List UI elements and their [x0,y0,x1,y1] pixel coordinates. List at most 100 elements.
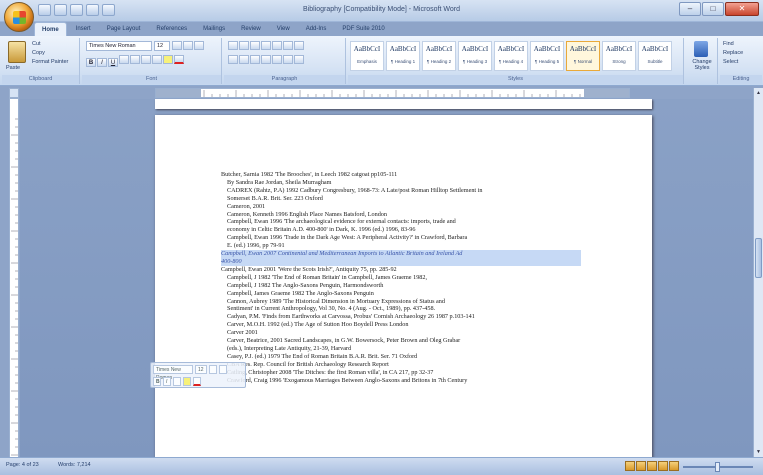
shading-icon[interactable] [283,55,293,64]
bibliography-entry[interactable]: By Sandra Rae Jordan, Sheila Murragham [221,179,581,187]
style-item[interactable]: AaBbCcI ¶ Heading 3 [458,41,492,71]
bibliography-entry[interactable]: Campbell, J 1982 The Anglo-Saxons Pengui… [221,282,581,290]
mini-grow-font-icon[interactable] [209,364,217,374]
font-color-icon[interactable] [174,55,184,64]
clear-format-icon[interactable] [193,41,204,50]
pilcrow-icon[interactable] [294,41,304,50]
mini-font-field[interactable]: Times New Roman [153,364,193,381]
justify-icon[interactable] [261,55,271,64]
scrollbar-thumb[interactable] [755,238,762,278]
bibliography-entry[interactable]: Catling, Christopher 2008 'The Ditches: … [221,369,581,377]
paste-icon[interactable] [8,41,26,63]
bibliography-entry[interactable]: Campbell, Ewan 2007 Continental and Medi… [221,250,581,258]
copy-button[interactable]: Copy [32,49,68,58]
replace-button[interactable]: Replace [723,49,743,58]
tab-view[interactable]: View [270,22,297,36]
bibliography-entry[interactable]: (eds.), Interpreting Late Antiquity, 21-… [221,345,581,353]
bibliography-entry[interactable]: Casey, P.J. (ed.) 1979 The End of Roman … [221,353,581,361]
multilevel-list-icon[interactable] [250,41,260,50]
bibliography-entry[interactable]: Campbell, James Graeme 1982 The Anglo-Sa… [221,290,581,298]
select-button[interactable]: Select [723,58,743,67]
print-layout-view-icon[interactable] [625,461,635,471]
style-item[interactable]: AaBbCcI ¶ Normal [566,41,600,71]
tab-insert[interactable]: Insert [69,22,98,36]
shrink-font-icon[interactable] [182,41,193,50]
zoom-slider-knob[interactable] [715,462,720,472]
bibliography-entry[interactable]: CADREX (Rahtz, P.A) 1992 Cadbury Congres… [221,187,581,195]
horizontal-ruler[interactable] [155,88,630,98]
superscript-icon[interactable] [141,55,151,64]
vertical-scrollbar[interactable]: ▲ ▼ [753,88,763,457]
align-right-icon[interactable] [250,55,260,64]
bibliography-entry[interactable]: Carver 2001 [221,329,581,337]
document-page[interactable]: Butcher, Sarnia 1982 'The Brooches', in … [155,115,652,457]
bibliography-list[interactable]: Butcher, Sarnia 1982 'The Brooches', in … [221,171,581,384]
bibliography-entry[interactable]: Sentiment' in Current Anthropology, Vol … [221,305,581,313]
decrease-indent-icon[interactable] [261,41,271,50]
bibliography-entry[interactable]: CBA Res. Rep. Council for British Archae… [221,361,581,369]
style-item[interactable]: AaBbCcI Emphasis [350,41,384,71]
bibliography-entry[interactable]: Crawford, Craig 1996 'Exogamous Marriage… [221,377,581,385]
bibliography-entry[interactable]: Carver, Beatrice, 2001 Sacred Landscapes… [221,337,581,345]
zoom-slider[interactable] [683,462,753,472]
word-count[interactable]: Words: 7,214 [58,462,91,468]
mini-size-field[interactable]: 12 [195,364,207,374]
tab-add-ins[interactable]: Add-Ins [299,22,334,36]
bibliography-entry[interactable]: E. (ed.) 1996, pp 79-91 [221,242,581,250]
italic-button[interactable]: I [97,58,107,67]
format-painter-button[interactable]: Format Painter [32,58,68,67]
line-spacing-icon[interactable] [272,55,282,64]
tab-mailings[interactable]: Mailings [196,22,232,36]
page-count[interactable]: Page: 4 of 23 [6,462,39,468]
mini-italic-button[interactable]: I [163,376,171,386]
mini-bold-button[interactable]: B [153,376,161,386]
tab-references[interactable]: References [149,22,194,36]
align-left-icon[interactable] [228,55,238,64]
minimize-button[interactable]: – [679,2,701,16]
bibliography-entry[interactable]: 400-800 [221,257,581,266]
bibliography-entry[interactable]: Campbell, Ewan 1996 'The archaeological … [221,218,581,226]
mini-shrink-font-icon[interactable] [219,364,227,374]
tab-review[interactable]: Review [234,22,268,36]
bibliography-entry[interactable]: Cameron, Kenneth 1996 English Place Name… [221,211,581,219]
align-center-icon[interactable] [239,55,249,64]
ruler-corner[interactable] [9,88,19,98]
style-item[interactable]: AaBbCcI ¶ Heading 5 [530,41,564,71]
sort-icon[interactable] [283,41,293,50]
font-name-field[interactable]: Times New Roman [86,41,152,51]
bibliography-entry[interactable]: Cameron, 2001 [221,203,581,211]
draft-view-icon[interactable] [669,461,679,471]
bold-button[interactable]: B [86,58,96,67]
scroll-up-icon[interactable]: ▲ [755,89,762,97]
numbering-icon[interactable] [239,41,249,50]
office-button[interactable] [4,2,34,32]
mini-toolbar[interactable]: Times New Roman 12 B I [150,362,246,388]
mini-highlight-icon[interactable] [183,376,191,386]
style-item[interactable]: AaBbCcI ¶ Heading 4 [494,41,528,71]
mini-font-color-icon[interactable] [193,376,201,386]
tab-page-layout[interactable]: Page Layout [100,22,148,36]
style-item[interactable]: AaBbCcI Strong [602,41,636,71]
style-item[interactable]: AaBbCcI ¶ Heading 1 [386,41,420,71]
mini-align-center-icon[interactable] [173,376,181,386]
change-styles-icon[interactable] [694,41,708,57]
vertical-ruler[interactable] [9,98,19,458]
tab-home[interactable]: Home [34,22,67,36]
grow-font-icon[interactable] [171,41,182,50]
bibliography-entry[interactable]: Carver, M.O.H. 1992 (ed.) The Age of Sut… [221,321,581,329]
maximize-button[interactable]: □ [702,2,724,16]
bibliography-entry[interactable]: Cadyan, P.M. 'Finds from Earthworks at C… [221,313,581,321]
full-screen-view-icon[interactable] [636,461,646,471]
bibliography-entry[interactable]: Campbell, Ewan 1996 'Trade in the Dark A… [221,234,581,242]
outline-view-icon[interactable] [658,461,668,471]
underline-button[interactable]: U [108,58,118,67]
cut-button[interactable]: Cut [32,40,68,49]
highlight-icon[interactable] [163,55,173,64]
bibliography-entry[interactable]: Butcher, Sarnia 1982 'The Brooches', in … [221,171,581,179]
font-size-field[interactable]: 12 [153,41,170,51]
close-button[interactable]: ✕ [725,2,759,16]
increase-indent-icon[interactable] [272,41,282,50]
scroll-down-icon[interactable]: ▼ [755,448,762,456]
style-item[interactable]: AaBbCcI Subtitle [638,41,672,71]
bullets-icon[interactable] [228,41,238,50]
